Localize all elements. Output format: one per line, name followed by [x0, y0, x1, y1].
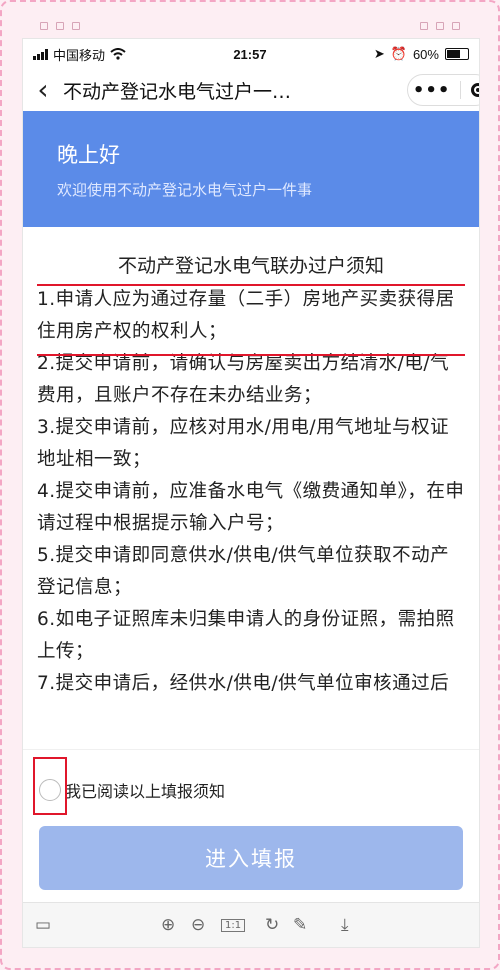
nav-title: 不动产登记水电气过户一… — [63, 80, 292, 103]
notice-item: 2.提交申请前，请确认与房屋卖出方结清水/电/气费用，且账户不存在未办结业务； — [37, 353, 450, 406]
window-dots-left — [40, 22, 80, 30]
enter-fill-button[interactable]: 进入填报 — [39, 826, 463, 890]
notice-title: 不动产登记水电气联办过户须知 — [117, 255, 384, 277]
location-icon: ➤ — [373, 46, 385, 61]
battery-percent: 60% — [412, 46, 439, 62]
status-bar: 中国移动 21:57 ➤ ⏰ 60% — [23, 39, 479, 69]
viewer-toolbar: ▭ ⊕ ⊖ 1:1 ↻ ✎ ⤓ — [23, 902, 479, 947]
layout-icon[interactable]: ▭ — [35, 915, 51, 935]
welcome-text: 欢迎使用不动产登记水电气过户一件事 — [57, 181, 313, 199]
battery-icon — [444, 48, 469, 60]
download-icon[interactable]: ⤓ — [341, 915, 349, 935]
notice-item: 7.提交申请后，经供水/供电/供气单位审核通过后过户。 — [37, 673, 450, 694]
status-time: 21:57 — [233, 46, 267, 62]
carrier-label: 中国移动 — [53, 47, 106, 63]
notice-item: 6.如电子证照库未归集申请人的身份证照，需拍照上传； — [37, 609, 455, 662]
notice-item: 4.提交申请前，应准备水电气《缴费通知单》，在申请过程中根据提示输入户号； — [37, 481, 465, 534]
notice-section: 不动产登记水电气联办过户须知 1.申请人应为通过存量（二手）房地产买卖获得居住用… — [23, 251, 479, 704]
agreement-row[interactable]: 我已阅读以上填报须知 — [23, 749, 479, 830]
annotation-box-item-1 — [37, 284, 465, 356]
nav-bar: ‹ 不动产登记水电气过户一… ••• — [23, 69, 479, 111]
greeting-text: 晚上好 — [57, 143, 120, 167]
rotate-icon[interactable]: ↻ — [265, 915, 279, 935]
mini-program-capsule: ••• — [407, 74, 479, 106]
edit-icon[interactable]: ✎ — [293, 915, 307, 935]
target-close-icon[interactable] — [471, 83, 479, 97]
notice-item: 5.提交申请即同意供水/供电/供气单位获取不动产登记信息； — [37, 545, 450, 598]
zoom-out-icon[interactable]: ⊖ — [191, 915, 205, 935]
window-dots-right — [420, 22, 460, 30]
welcome-banner: 晚上好 欢迎使用不动产登记水电气过户一件事 — [23, 111, 479, 227]
annotation-box-radio — [33, 757, 67, 815]
signal-icon — [33, 48, 48, 60]
capsule-divider — [460, 81, 462, 99]
actual-size-icon[interactable]: 1:1 — [221, 918, 246, 932]
phone-screen: 中国移动 21:57 ➤ ⏰ 60% ‹ 不动产登记水电气过户一… ••• 晚上… — [22, 38, 480, 948]
wifi-icon — [110, 48, 126, 60]
zoom-in-icon[interactable]: ⊕ — [161, 915, 175, 935]
notice-list[interactable]: 1.申请人应为通过存量（二手）房地产买卖获得居住用房产权的权利人； 2.提交申请… — [37, 284, 465, 704]
agree-label[interactable]: 我已阅读以上填报须知 — [65, 778, 225, 802]
alarm-icon: ⏰ — [390, 46, 407, 61]
more-dots-icon[interactable]: ••• — [413, 80, 451, 101]
chevron-left-icon[interactable]: ‹ — [23, 69, 63, 111]
notice-item: 3.提交申请前，应核对用水/用电/用气地址与权证地址相一致； — [37, 417, 450, 470]
